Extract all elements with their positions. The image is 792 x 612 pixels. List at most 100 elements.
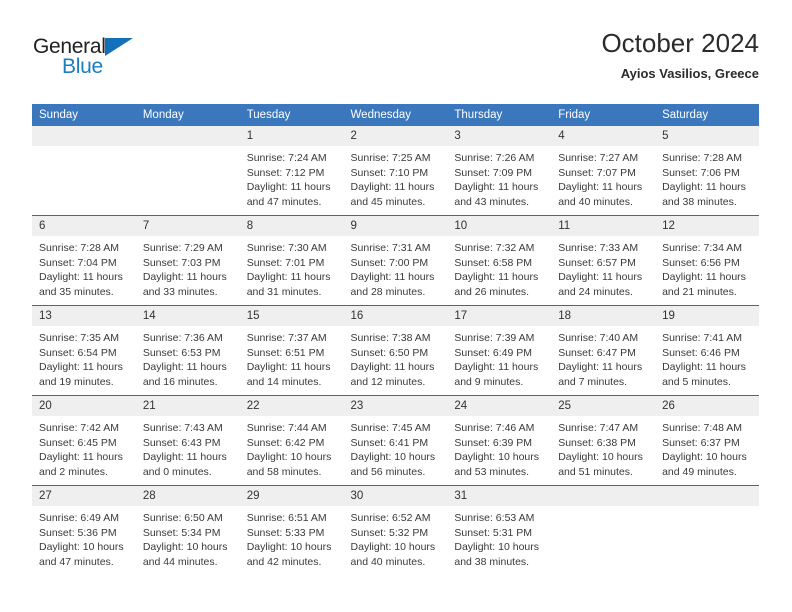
calendar-cell: 4 Sunrise: 7:27 AM Sunset: 7:07 PM Daylight…	[551, 126, 656, 216]
calendar-cell: 22 Sunrise: 7:44 AM Sunset: 6:42 PM Dayligh…	[239, 395, 344, 486]
sunrise-text: Sunrise: 7:32 AM	[454, 242, 535, 254]
calendar-cell: 17 Sunrise: 7:39 AM Sunset: 6:49 PM Dayligh…	[447, 305, 552, 396]
sunset-text: Sunset: 6:47 PM	[558, 346, 636, 359]
day-number: 12	[655, 216, 759, 236]
day-cell[interactable]: 12 Sunrise: 7:34 AM Sunset: 6:56 PM Dayligh…	[655, 216, 759, 305]
sunset-text: Sunset: 7:03 PM	[142, 256, 221, 269]
weekday-header-saturday: Saturday	[655, 104, 759, 126]
day-cell[interactable]: 3 Sunrise: 7:26 AM Sunset: 7:09 PM Daylight…	[447, 126, 552, 215]
day-number: 20	[32, 396, 136, 416]
calendar-cell	[551, 485, 656, 575]
day-cell[interactable]: 30 Sunrise: 6:52 AM Sunset: 5:32 PM Dayligh…	[343, 486, 448, 575]
daylight-text: Daylight: 11 hours and 5 minutes.	[662, 361, 746, 388]
daylight-text: Daylight: 11 hours and 31 minutes.	[246, 271, 331, 298]
daylight-text: Daylight: 11 hours and 19 minutes.	[39, 361, 123, 388]
day-details: Sunrise: 7:33 AM Sunset: 6:57 PM Daylight:…	[551, 236, 655, 299]
day-cell[interactable]: 7 Sunrise: 7:29 AM Sunset: 7:03 PM Daylight…	[135, 216, 240, 305]
calendar-cell: 14 Sunrise: 7:36 AM Sunset: 6:53 PM Dayligh…	[135, 305, 240, 396]
day-cell-empty	[655, 486, 759, 575]
sunrise-text: Sunrise: 7:24 AM	[246, 152, 327, 164]
day-number: 22	[239, 396, 344, 416]
day-cell[interactable]: 31 Sunrise: 6:53 AM Sunset: 5:31 PM Dayligh…	[447, 486, 552, 575]
daylight-text: Daylight: 11 hours and 47 minutes.	[246, 181, 331, 208]
sunset-text: Sunset: 6:37 PM	[662, 436, 740, 449]
day-cell[interactable]: 24 Sunrise: 7:46 AM Sunset: 6:39 PM Dayligh…	[447, 396, 552, 485]
calendar-cell: 25 Sunrise: 7:47 AM Sunset: 6:38 PM Dayligh…	[551, 395, 656, 486]
sunset-text: Sunset: 5:31 PM	[454, 526, 533, 539]
sunrise-text: Sunrise: 7:40 AM	[558, 332, 639, 344]
sunset-text: Sunset: 7:00 PM	[350, 256, 429, 269]
day-number: 31	[447, 486, 552, 506]
day-cell[interactable]: 22 Sunrise: 7:44 AM Sunset: 6:42 PM Dayligh…	[239, 396, 344, 485]
day-cell[interactable]: 14 Sunrise: 7:36 AM Sunset: 6:53 PM Dayligh…	[135, 306, 240, 395]
day-cell[interactable]: 15 Sunrise: 7:37 AM Sunset: 6:51 PM Dayligh…	[239, 306, 344, 395]
day-cell[interactable]: 5 Sunrise: 7:28 AM Sunset: 7:06 PM Daylight…	[655, 126, 759, 215]
calendar-cell: 31 Sunrise: 6:53 AM Sunset: 5:31 PM Dayligh…	[447, 485, 552, 575]
sunrise-text: Sunrise: 6:53 AM	[454, 512, 535, 524]
calendar-cell: 12 Sunrise: 7:34 AM Sunset: 6:56 PM Dayligh…	[655, 215, 759, 306]
page-subtitle-location: Ayios Vasilios, Greece	[620, 66, 759, 81]
calendar-cell	[32, 126, 136, 216]
calendar-cell: 27 Sunrise: 6:49 AM Sunset: 5:36 PM Dayligh…	[32, 485, 136, 575]
sunset-text: Sunset: 6:58 PM	[454, 256, 533, 269]
day-cell[interactable]: 27 Sunrise: 6:49 AM Sunset: 5:36 PM Dayligh…	[32, 486, 136, 575]
day-cell[interactable]: 20 Sunrise: 7:42 AM Sunset: 6:45 PM Dayligh…	[32, 396, 136, 485]
sunset-text: Sunset: 6:38 PM	[558, 436, 636, 449]
day-cell[interactable]: 9 Sunrise: 7:31 AM Sunset: 7:00 PM Daylight…	[343, 216, 448, 305]
calendar-week-row: 20 Sunrise: 7:42 AM Sunset: 6:45 PM Dayligh…	[32, 395, 759, 486]
sunrise-text: Sunrise: 7:28 AM	[662, 152, 743, 164]
sunrise-text: Sunrise: 7:28 AM	[39, 242, 119, 254]
daylight-text: Daylight: 11 hours and 43 minutes.	[454, 181, 539, 208]
weekday-header-tuesday: Tuesday	[239, 104, 344, 126]
day-cell[interactable]: 6 Sunrise: 7:28 AM Sunset: 7:04 PM Daylight…	[32, 216, 136, 305]
sunset-text: Sunset: 5:33 PM	[246, 526, 325, 539]
day-cell[interactable]: 21 Sunrise: 7:43 AM Sunset: 6:43 PM Dayligh…	[135, 396, 240, 485]
day-cell[interactable]: 13 Sunrise: 7:35 AM Sunset: 6:54 PM Dayligh…	[32, 306, 136, 395]
day-details: Sunrise: 7:44 AM Sunset: 6:42 PM Daylight:…	[240, 416, 344, 479]
sunset-text: Sunset: 6:39 PM	[454, 436, 533, 449]
day-cell[interactable]: 17 Sunrise: 7:39 AM Sunset: 6:49 PM Dayligh…	[447, 306, 552, 395]
calendar-body: 1 Sunrise: 7:24 AM Sunset: 7:12 PM Daylight…	[32, 126, 759, 575]
day-details: Sunrise: 7:29 AM Sunset: 7:03 PM Daylight:…	[136, 236, 240, 299]
day-cell[interactable]: 23 Sunrise: 7:45 AM Sunset: 6:41 PM Dayligh…	[343, 396, 448, 485]
day-cell[interactable]: 26 Sunrise: 7:48 AM Sunset: 6:37 PM Dayligh…	[655, 396, 759, 485]
sunrise-text: Sunrise: 7:26 AM	[454, 152, 535, 164]
day-cell[interactable]: 8 Sunrise: 7:30 AM Sunset: 7:01 PM Daylight…	[239, 216, 344, 305]
calendar-cell: 21 Sunrise: 7:43 AM Sunset: 6:43 PM Dayligh…	[135, 395, 240, 486]
day-number	[655, 486, 759, 506]
day-cell[interactable]: 19 Sunrise: 7:41 AM Sunset: 6:46 PM Dayligh…	[655, 306, 759, 395]
day-number: 11	[551, 216, 656, 236]
weekday-header-thursday: Thursday	[447, 104, 552, 126]
sunset-text: Sunset: 6:56 PM	[662, 256, 740, 269]
day-cell[interactable]: 25 Sunrise: 7:47 AM Sunset: 6:38 PM Dayligh…	[551, 396, 656, 485]
day-cell[interactable]: 29 Sunrise: 6:51 AM Sunset: 5:33 PM Dayligh…	[239, 486, 344, 575]
sunset-text: Sunset: 6:54 PM	[39, 346, 117, 359]
day-cell[interactable]: 28 Sunrise: 6:50 AM Sunset: 5:34 PM Dayligh…	[135, 486, 240, 575]
day-details: Sunrise: 7:28 AM Sunset: 7:04 PM Daylight:…	[32, 236, 136, 299]
day-cell[interactable]: 16 Sunrise: 7:38 AM Sunset: 6:50 PM Dayligh…	[343, 306, 448, 395]
day-number: 25	[551, 396, 656, 416]
sunrise-text: Sunrise: 7:27 AM	[558, 152, 639, 164]
day-number	[551, 486, 656, 506]
title-block: October 2024 Ayios Vasilios, Greece	[601, 28, 759, 82]
sunset-text: Sunset: 7:10 PM	[350, 166, 429, 179]
calendar-week-row: 1 Sunrise: 7:24 AM Sunset: 7:12 PM Daylight…	[32, 126, 759, 216]
sunrise-text: Sunrise: 7:31 AM	[350, 242, 431, 254]
daylight-text: Daylight: 11 hours and 24 minutes.	[558, 271, 643, 298]
sunset-text: Sunset: 7:01 PM	[246, 256, 325, 269]
daylight-text: Daylight: 10 hours and 40 minutes.	[350, 541, 436, 568]
sunrise-text: Sunrise: 7:36 AM	[142, 332, 223, 344]
calendar-cell: 18 Sunrise: 7:40 AM Sunset: 6:47 PM Dayligh…	[551, 305, 656, 396]
day-number: 10	[447, 216, 552, 236]
sunrise-text: Sunrise: 7:29 AM	[142, 242, 223, 254]
day-cell[interactable]: 18 Sunrise: 7:40 AM Sunset: 6:47 PM Dayligh…	[551, 306, 656, 395]
day-cell[interactable]: 2 Sunrise: 7:25 AM Sunset: 7:10 PM Daylight…	[343, 126, 448, 215]
generalblue-logo[interactable]: General Blue	[33, 36, 213, 86]
day-cell[interactable]: 11 Sunrise: 7:33 AM Sunset: 6:57 PM Dayligh…	[551, 216, 656, 305]
sunset-text: Sunset: 5:32 PM	[350, 526, 429, 539]
day-cell[interactable]: 1 Sunrise: 7:24 AM Sunset: 7:12 PM Daylight…	[239, 126, 344, 215]
day-details: Sunrise: 6:53 AM Sunset: 5:31 PM Daylight:…	[447, 506, 551, 569]
calendar-cell: 16 Sunrise: 7:38 AM Sunset: 6:50 PM Dayligh…	[343, 305, 448, 396]
day-cell[interactable]: 10 Sunrise: 7:32 AM Sunset: 6:58 PM Dayligh…	[447, 216, 552, 305]
day-cell[interactable]: 4 Sunrise: 7:27 AM Sunset: 7:07 PM Daylight…	[551, 126, 656, 215]
